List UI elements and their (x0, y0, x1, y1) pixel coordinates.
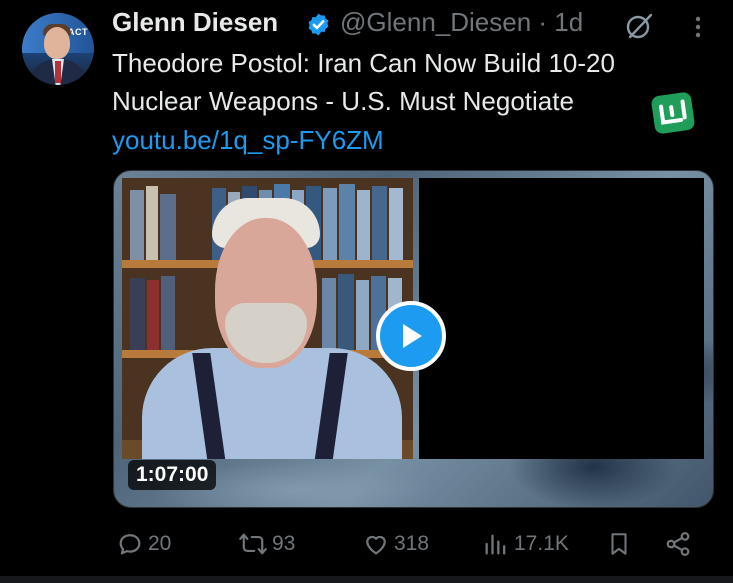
post-time[interactable]: · 1d (538, 7, 583, 37)
video-thumbnail[interactable] (122, 178, 413, 459)
views-icon (485, 534, 506, 555)
views-count: 17.1K (514, 532, 569, 555)
verified-badge-icon (308, 13, 329, 36)
share-icon (666, 532, 690, 556)
like-icon (366, 535, 386, 555)
tweet-text-line-2: Nuclear Weapons - U.S. Must Negotiate (112, 86, 574, 116)
avatar[interactable]: ACT (22, 13, 94, 85)
reply-count: 20 (148, 532, 172, 555)
reply-button[interactable]: 20 (116, 526, 171, 562)
like-count: 318 (394, 532, 430, 555)
repost-count: 93 (272, 532, 296, 555)
reply-icon (119, 534, 141, 555)
bookmark-icon (611, 533, 627, 555)
bookmark-button[interactable] (606, 526, 632, 562)
video-duration: 1:07:00 (128, 460, 217, 490)
video-card[interactable]: 1:07:00 (113, 170, 714, 508)
share-button[interactable] (664, 526, 692, 562)
tweet-link[interactable]: youtu.be/1q_sp-FY6ZM (112, 125, 384, 156)
play-button[interactable] (376, 301, 446, 371)
play-icon (403, 324, 422, 348)
repost-icon (239, 533, 267, 555)
divider (0, 576, 733, 583)
tweet-text-line-1: Theodore Postol: Iran Can Now Build 10-2… (112, 48, 615, 78)
more-options-icon[interactable] (688, 14, 708, 40)
tweet-actions-bar: 20 93 318 17.1K (0, 526, 733, 566)
views-button[interactable]: 17.1K (482, 526, 569, 562)
author-name[interactable]: Glenn Diesen (112, 7, 278, 38)
like-button[interactable]: 318 (362, 526, 429, 562)
author-handle[interactable]: @Glenn_Diesen · 1d (340, 7, 583, 38)
grok-icon[interactable] (624, 11, 654, 41)
channel-logo-icon (651, 92, 695, 134)
repost-button[interactable]: 93 (238, 526, 295, 562)
